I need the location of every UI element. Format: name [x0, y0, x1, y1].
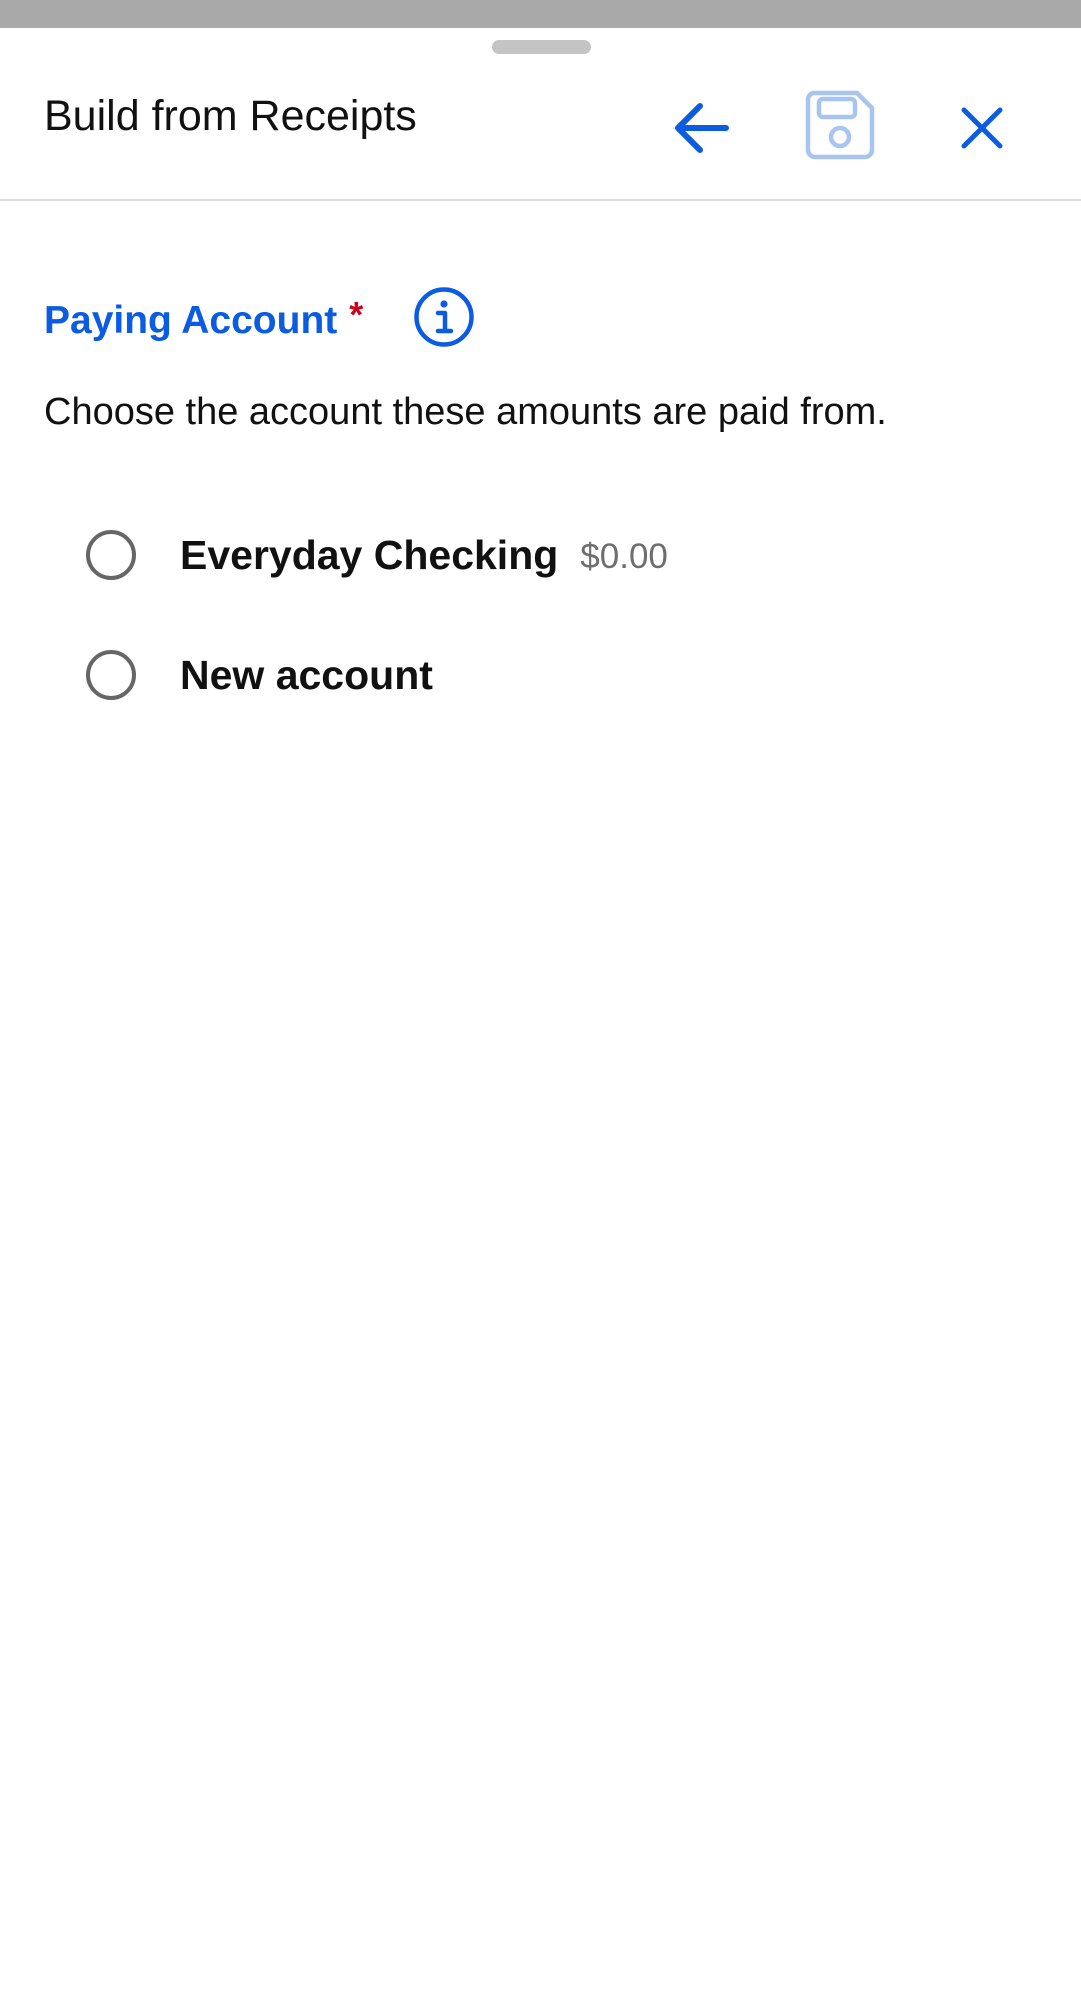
radio-button[interactable] [86, 530, 136, 580]
option-balance: $0.00 [580, 537, 668, 576]
field-label-row: Paying Account * [44, 289, 363, 353]
account-option-everyday-checking[interactable]: Everyday Checking $0.00 [86, 515, 986, 595]
close-x-icon [961, 107, 1003, 149]
floppy-disk-icon [805, 90, 875, 160]
info-button[interactable] [412, 285, 476, 349]
top-status-strip [0, 0, 1081, 28]
required-marker: * [349, 294, 364, 335]
arrow-left-icon [675, 103, 729, 153]
close-button[interactable] [942, 92, 1022, 164]
sheet-header: Build from Receipts [0, 28, 1081, 201]
account-option-new-account[interactable]: New account [86, 635, 986, 715]
back-button[interactable] [660, 92, 740, 164]
radio-button[interactable] [86, 650, 136, 700]
save-button[interactable] [800, 80, 880, 170]
option-label: Everyday Checking [180, 531, 559, 578]
info-icon [414, 287, 474, 347]
field-label: Paying Account [44, 299, 338, 342]
page-title: Build from Receipts [44, 92, 417, 140]
option-label: New account [180, 651, 433, 698]
helper-text: Choose the account these amounts are pai… [44, 391, 887, 433]
